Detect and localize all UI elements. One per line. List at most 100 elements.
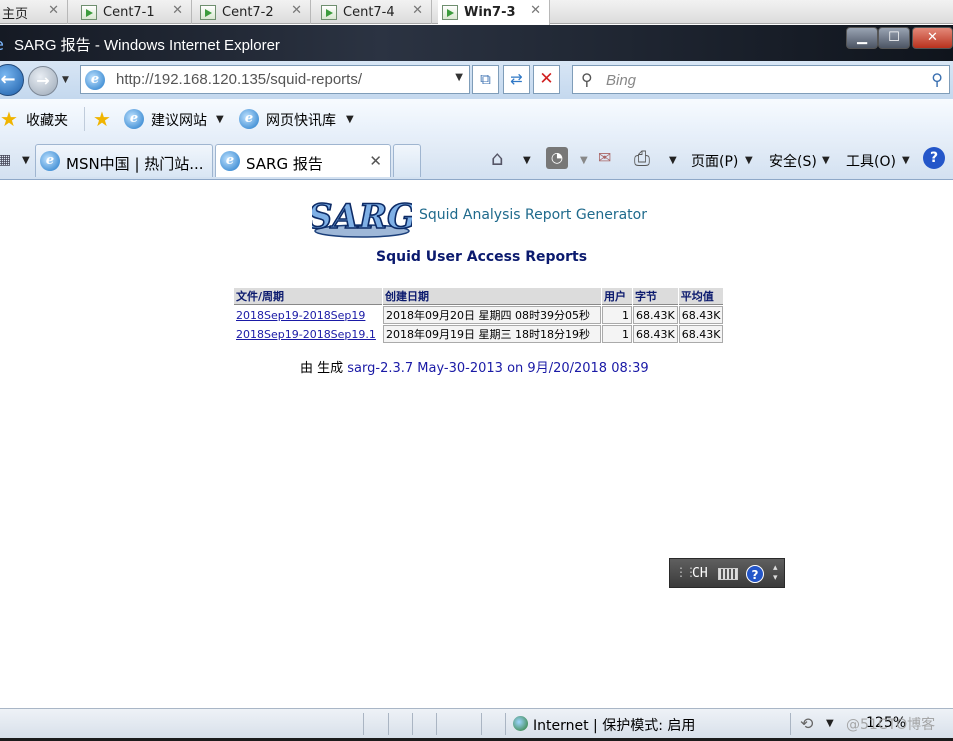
print-icon[interactable]: ⎙	[634, 147, 650, 169]
quick-tabs-icon[interactable]: ▦	[0, 149, 11, 171]
vm-tab-cent7-1[interactable]: Cent7-1 ✕	[77, 0, 192, 24]
table-row: 2018Sep19-2018Sep19.1 2018年09月19日 星期三 18…	[234, 325, 724, 343]
close-icon[interactable]: ✕	[291, 3, 302, 18]
vm-icon	[442, 5, 458, 20]
search-icon[interactable]: ⚲	[931, 70, 943, 89]
vm-tab-win7-3[interactable]: Win7-3 ✕	[438, 0, 550, 25]
average-cell: 68.43K	[678, 306, 724, 324]
report-period-link[interactable]: 2018Sep19-2018Sep19.1	[234, 325, 382, 343]
close-icon[interactable]: ✕	[48, 3, 59, 18]
watermark: @51CTO博客	[846, 717, 936, 733]
chevron-down-icon[interactable]: ▼	[216, 114, 224, 125]
read-mail-icon[interactable]: ✉	[598, 147, 611, 169]
safety-menu-button[interactable]: 安全(S)	[769, 151, 817, 171]
help-icon[interactable]: ?	[923, 147, 945, 169]
logo-subtitle: Squid Analysis Report Generator	[419, 207, 647, 223]
address-bar[interactable]: e http://192.168.120.135/squid-reports/ …	[80, 65, 470, 94]
home-icon[interactable]: ⌂	[491, 147, 504, 169]
vm-tab-label: Cent7-4	[343, 4, 395, 20]
input-language[interactable]: CH	[692, 566, 708, 581]
window-title: SARG 报告 - Windows Internet Explorer	[14, 37, 280, 54]
close-tab-icon[interactable]: ✕	[369, 152, 382, 170]
bytes-cell: 68.43K	[633, 306, 678, 324]
tab-sarg-report[interactable]: e SARG 报告 ✕	[215, 144, 391, 177]
vm-tab-label: Cent7-2	[222, 4, 274, 20]
vm-tab-label: 主页	[2, 6, 29, 22]
chevron-down-icon[interactable]: ▼	[902, 155, 910, 166]
favorites-button[interactable]: 收藏夹	[26, 110, 68, 130]
vm-icon	[200, 4, 216, 20]
back-button[interactable]: ←	[0, 64, 24, 96]
search-provider-icon: ⚲	[581, 70, 593, 89]
page-menu-button[interactable]: 页面(P)	[691, 151, 738, 171]
users-cell: 1	[602, 325, 632, 343]
ie-icon: e	[239, 109, 259, 129]
favorites-star-icon: ★	[0, 107, 18, 131]
vm-icon	[321, 4, 337, 20]
chevron-down-icon[interactable]: ▼	[669, 155, 677, 166]
close-icon[interactable]: ✕	[172, 3, 183, 18]
chevron-down-icon[interactable]: ▼	[826, 718, 834, 729]
options-icon[interactable]: ▴ ▾	[773, 563, 778, 583]
column-header: 创建日期	[383, 288, 601, 305]
ie-icon: e	[220, 151, 240, 171]
popup-blocker-icon[interactable]: ⟲	[800, 714, 813, 733]
table-row: 2018Sep19-2018Sep19 2018年09月20日 星期四 08时3…	[234, 306, 724, 324]
close-icon[interactable]: ✕	[530, 3, 541, 18]
chevron-down-icon[interactable]: ▼	[346, 114, 354, 125]
users-cell: 1	[602, 306, 632, 324]
chevron-down-icon[interactable]: ▼	[745, 155, 753, 166]
logo-text: SARG	[312, 197, 412, 237]
forward-button[interactable]: →	[28, 66, 58, 96]
maximize-button[interactable]: ☐	[878, 27, 910, 49]
minimize-button[interactable]: ▁	[846, 27, 878, 49]
column-header: 用户	[602, 288, 632, 305]
generated-prefix: 由 生成	[300, 361, 344, 376]
web-slice-gallery-button[interactable]: 网页快讯库	[266, 110, 336, 130]
url-text[interactable]: http://192.168.120.135/squid-reports/	[116, 71, 362, 88]
tools-menu-button[interactable]: 工具(O)	[846, 151, 896, 171]
report-period-link[interactable]: 2018Sep19-2018Sep19	[234, 306, 382, 324]
generated-by-line: 由 生成 sarg-2.3.7 May-30-2013 on 9月/20/201…	[300, 357, 649, 376]
generator-link[interactable]: sarg-2.3.7 May-30-2013	[347, 361, 503, 376]
vm-tab-cent7-4[interactable]: Cent7-4 ✕	[317, 0, 432, 24]
feeds-icon[interactable]: ◔	[546, 147, 568, 169]
stop-button[interactable]: ✕	[533, 65, 560, 94]
vm-tab-bar: 主页 ✕ Cent7-1 ✕ Cent7-2 ✕ Cent7-4 ✕ Win7-…	[0, 0, 953, 25]
security-zone[interactable]: Internet | 保护模式: 启用	[533, 715, 695, 735]
close-icon[interactable]: ✕	[412, 3, 423, 18]
chevron-down-icon[interactable]: ▼	[523, 155, 531, 166]
vm-tab-cent7-2[interactable]: Cent7-2 ✕	[196, 0, 311, 24]
divider	[790, 713, 791, 735]
favorites-bar: ★ 收藏夹 ★ e 建议网站 ▼ e 网页快讯库 ▼	[0, 99, 953, 139]
address-dropdown[interactable]: ▼	[455, 72, 463, 83]
close-window-button[interactable]: ✕	[912, 27, 953, 49]
status-bar: Internet | 保护模式: 启用 ⟲ ▼ 125% @51CTO博客	[0, 708, 953, 738]
language-bar[interactable]: ⋮⋮ CH ? ▴ ▾	[669, 558, 785, 588]
search-input[interactable]: Bing	[606, 72, 636, 89]
divider	[412, 713, 413, 735]
browser-tab-bar: ▦ ▼ e MSN中国 | 热门站... e SARG 报告 ✕ ⌂ ▼ ◔ ▼…	[0, 139, 953, 180]
recent-pages-dropdown[interactable]: ▼	[62, 75, 69, 85]
vm-tab-home[interactable]: 主页 ✕	[0, 0, 68, 24]
address-toolbar: ← → ▼ e http://192.168.120.135/squid-rep…	[0, 61, 953, 99]
help-icon[interactable]: ?	[746, 565, 764, 583]
tab-list-dropdown[interactable]: ▼	[22, 155, 30, 166]
add-favorite-icon[interactable]: ★	[93, 109, 111, 129]
compatibility-view-button[interactable]: ⧉	[472, 65, 499, 94]
chevron-down-icon[interactable]: ▼	[580, 155, 588, 166]
divider	[436, 713, 437, 735]
vm-icon	[81, 4, 97, 20]
column-header: 平均值	[678, 288, 724, 305]
sarg-logo: SARG	[312, 196, 412, 238]
divider	[388, 713, 389, 735]
tab-msn[interactable]: e MSN中国 | 热门站...	[35, 144, 213, 177]
search-box[interactable]: ⚲ Bing ⚲	[572, 65, 950, 94]
chevron-down-icon[interactable]: ▼	[822, 155, 830, 166]
suggested-sites-button[interactable]: 建议网站	[151, 110, 207, 130]
refresh-button[interactable]: ⇄	[503, 65, 530, 94]
keyboard-icon[interactable]	[718, 568, 738, 580]
created-date-cell: 2018年09月20日 星期四 08时39分05秒	[383, 306, 601, 324]
ie-icon: e	[40, 151, 60, 171]
new-tab-button[interactable]	[393, 144, 421, 177]
